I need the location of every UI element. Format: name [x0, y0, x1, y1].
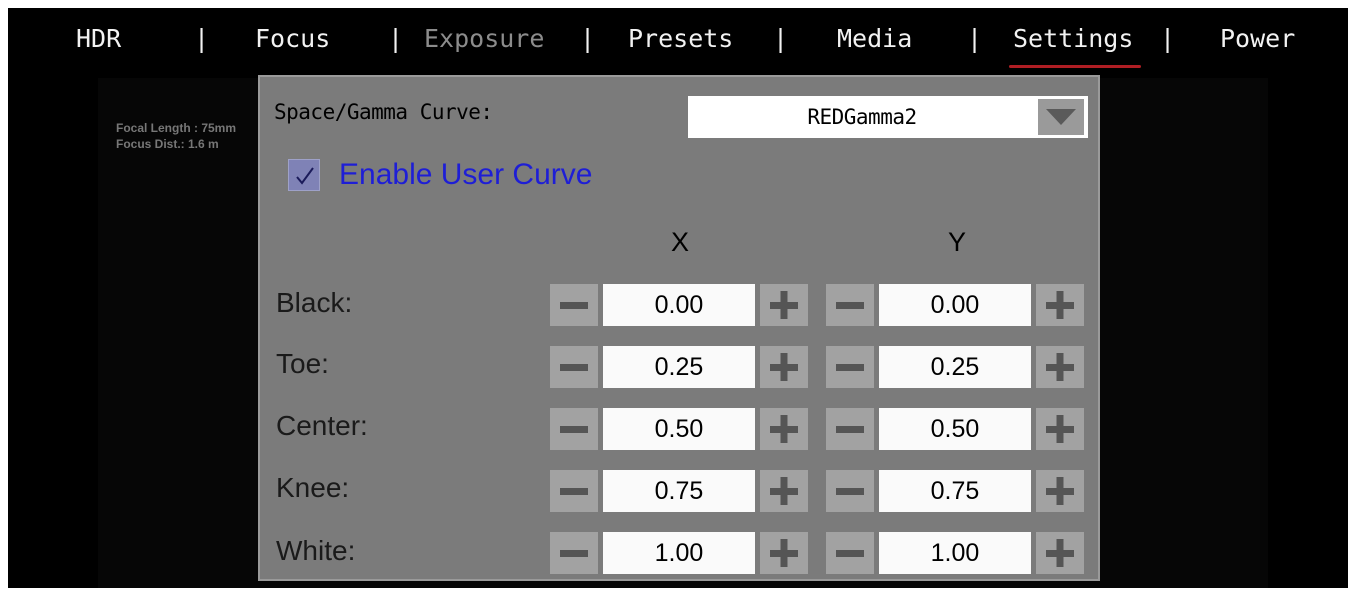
gamma-curve-label: Space/Gamma Curve: [274, 100, 493, 124]
enable-user-curve-checkbox[interactable] [288, 159, 320, 191]
plus-icon[interactable] [1036, 408, 1084, 450]
focus-distance-readout: Focus Dist.: 1.6 m [116, 137, 219, 151]
menu-exposure: Exposure [424, 24, 545, 53]
menu-separator: | [773, 24, 789, 53]
menu-settings[interactable]: Settings [1008, 24, 1142, 68]
gamma-curve-panel: Space/Gamma Curve: REDGamma2 Enable User… [258, 75, 1100, 581]
row-label-white: White: [276, 535, 356, 566]
minus-icon[interactable] [826, 532, 874, 574]
menu-presets[interactable]: Presets [628, 24, 733, 54]
triangle-down-icon[interactable] [1038, 99, 1084, 135]
knee-y-value[interactable]: 0.75 [879, 470, 1031, 512]
menu-media[interactable]: Media [837, 24, 912, 54]
minus-icon[interactable] [550, 408, 598, 450]
plus-icon[interactable] [1036, 346, 1084, 388]
black-y-value[interactable]: 0.00 [879, 284, 1031, 326]
minus-icon[interactable] [550, 532, 598, 574]
y-column-header: Y [947, 227, 966, 257]
toe-x-value[interactable]: 0.25 [603, 346, 755, 388]
plus-icon[interactable] [1036, 284, 1084, 326]
row-label-knee: Knee: [276, 472, 350, 503]
gamma-curve-dropdown[interactable]: REDGamma2 [688, 96, 1088, 138]
center-x-value[interactable]: 0.50 [603, 408, 755, 450]
minus-icon[interactable] [826, 284, 874, 326]
minus-icon[interactable] [550, 284, 598, 326]
plus-icon[interactable] [760, 470, 808, 512]
white-y-value[interactable]: 1.00 [879, 532, 1031, 574]
plus-icon[interactable] [760, 284, 808, 326]
menu-separator: | [194, 24, 210, 53]
knee-x-value[interactable]: 0.75 [603, 470, 755, 512]
center-y-value[interactable]: 0.50 [879, 408, 1031, 450]
menu-separator: | [580, 24, 596, 53]
x-column-header: X [670, 227, 689, 257]
enable-user-curve-label[interactable]: Enable User Curve [339, 158, 592, 192]
plus-icon[interactable] [760, 408, 808, 450]
minus-icon[interactable] [550, 346, 598, 388]
toe-y-value[interactable]: 0.25 [879, 346, 1031, 388]
camera-screen: HDR | Focus | Exposure | Presets | Media… [8, 8, 1348, 588]
focal-length-readout: Focal Length : 75mm [116, 121, 237, 135]
minus-icon[interactable] [826, 346, 874, 388]
menu-separator: | [967, 24, 983, 53]
row-label-toe: Toe: [276, 348, 329, 379]
menu-separator: | [1160, 24, 1176, 53]
lens-info: Focal Length : 75mm Focus Dist.: 1.6 m [116, 120, 258, 152]
row-label-black: Black: [276, 287, 353, 318]
black-x-value[interactable]: 0.00 [603, 284, 755, 326]
plus-icon[interactable] [1036, 532, 1084, 574]
plus-icon[interactable] [760, 346, 808, 388]
plus-icon[interactable] [760, 532, 808, 574]
top-menu-bar: HDR | Focus | Exposure | Presets | Media… [8, 8, 1348, 70]
white-x-value[interactable]: 1.00 [603, 532, 755, 574]
menu-separator: | [388, 24, 404, 53]
menu-power[interactable]: Power [1220, 24, 1295, 54]
minus-icon[interactable] [826, 470, 874, 512]
plus-icon[interactable] [1036, 470, 1084, 512]
minus-icon[interactable] [550, 470, 598, 512]
menu-hdr[interactable]: HDR [76, 24, 121, 54]
row-label-center: Center: [276, 410, 368, 441]
menu-focus[interactable]: Focus [255, 24, 330, 54]
minus-icon[interactable] [826, 408, 874, 450]
gamma-curve-value[interactable]: REDGamma2 [688, 96, 1036, 138]
